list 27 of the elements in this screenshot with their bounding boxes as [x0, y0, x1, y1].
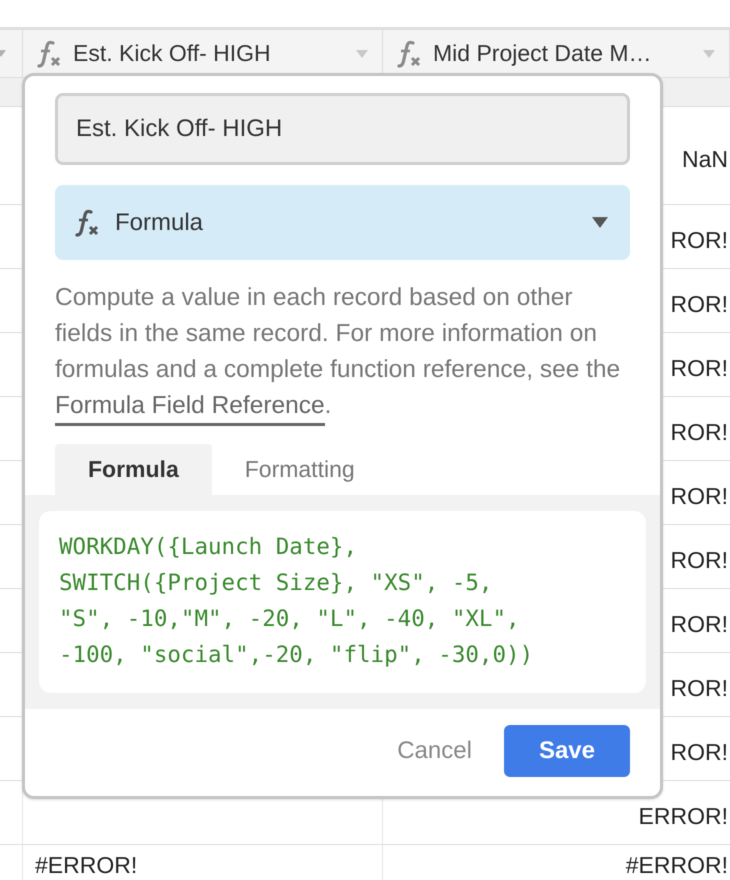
formula-icon [35, 40, 63, 68]
table-cell-text: ROR! [670, 418, 728, 448]
table-cell-text: ROR! [670, 482, 728, 512]
caret-icon [356, 50, 368, 58]
save-button[interactable]: Save [504, 725, 630, 777]
formula-icon [395, 40, 423, 68]
table-cell-text: NaN [682, 145, 728, 174]
cancel-button[interactable]: Cancel [397, 733, 472, 769]
table-cell-text: ROR! [670, 226, 728, 256]
field-name-input[interactable]: Est. Kick Off- HIGH [55, 93, 630, 165]
field-type-dropdown[interactable]: Formula [55, 185, 630, 260]
table-cell-text: ERROR! [638, 802, 728, 832]
table-cell-text: #ERROR! [35, 851, 138, 880]
table-cell-text: ROR! [670, 354, 728, 384]
table-cell-text: ROR! [670, 738, 728, 768]
caret-icon [703, 50, 715, 58]
formula-editor[interactable]: WORKDAY({Launch Date}, SWITCH({Project Size}, "XS", -5, "S", -10,"M", -20, "L", -40, "XL", -100, "social",-20, "flip", -30,0)) [39, 511, 646, 693]
caret-icon [592, 217, 608, 228]
table-cell-text: ROR! [670, 674, 728, 704]
reference-link[interactable]: Formula Field Reference [55, 392, 325, 426]
table-cell-text: ROR! [670, 610, 728, 640]
formula-icon [73, 208, 101, 236]
table-cell-text: ROR! [670, 546, 728, 576]
tab[interactable]: Formula [55, 444, 212, 495]
table-cell-text: #ERROR! [626, 851, 728, 880]
field-description: Compute a value in each record based on other fields in the same record. For more information on formulas and a complete function reference, see the Formula Field Reference. [55, 280, 630, 424]
table-cell-text: ROR! [670, 290, 728, 320]
